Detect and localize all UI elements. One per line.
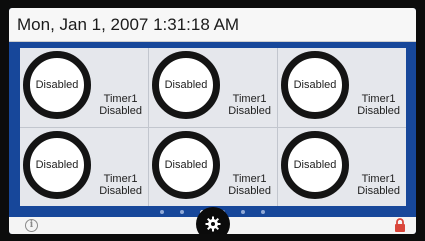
timer-label: Timer1 Disabled bbox=[228, 93, 271, 117]
timer-ring-label: Disabled bbox=[164, 79, 208, 91]
page-dot[interactable] bbox=[160, 210, 164, 214]
info-icon[interactable]: i bbox=[25, 219, 38, 232]
page-dot[interactable] bbox=[180, 210, 184, 214]
settings-button[interactable] bbox=[196, 207, 230, 234]
screen: Mon, Jan 1, 2007 1:31:18 AM Disabled Tim… bbox=[9, 8, 416, 234]
timer-name: Timer1 bbox=[361, 93, 396, 105]
timer-status-ring: Disabled bbox=[152, 51, 220, 119]
timer-status: Disabled bbox=[357, 105, 400, 117]
timer-label: Timer1 Disabled bbox=[99, 93, 142, 117]
timer-name: Timer1 bbox=[361, 173, 396, 185]
timer-status: Disabled bbox=[99, 105, 142, 117]
timer-status: Disabled bbox=[228, 185, 271, 197]
timer-tile[interactable]: Disabled Timer1 Disabled bbox=[149, 48, 277, 126]
timer-tile[interactable]: Disabled Timer1 Disabled bbox=[149, 128, 277, 206]
timer-ring-label: Disabled bbox=[293, 159, 337, 171]
timer-tile[interactable]: Disabled Timer1 Disabled bbox=[20, 48, 148, 126]
timer-tile[interactable]: Disabled Timer1 Disabled bbox=[278, 128, 406, 206]
timer-tile[interactable]: Disabled Timer1 Disabled bbox=[20, 128, 148, 206]
page-dot[interactable] bbox=[261, 210, 265, 214]
timer-status: Disabled bbox=[357, 185, 400, 197]
timer-label: Timer1 Disabled bbox=[357, 173, 400, 197]
page-dot[interactable] bbox=[241, 210, 245, 214]
gear-icon bbox=[205, 216, 221, 232]
timer-status-ring: Disabled bbox=[152, 131, 220, 199]
timer-status-ring: Disabled bbox=[23, 131, 91, 199]
timer-name: Timer1 bbox=[232, 173, 267, 185]
timer-ring-label: Disabled bbox=[35, 79, 79, 91]
timer-tile[interactable]: Disabled Timer1 Disabled bbox=[278, 48, 406, 126]
title-bar: Mon, Jan 1, 2007 1:31:18 AM bbox=[9, 8, 416, 42]
timer-status: Disabled bbox=[228, 105, 271, 117]
timer-ring-label: Disabled bbox=[164, 159, 208, 171]
timer-status: Disabled bbox=[99, 185, 142, 197]
timer-label: Timer1 Disabled bbox=[228, 173, 271, 197]
timer-ring-label: Disabled bbox=[293, 79, 337, 91]
datetime-display: Mon, Jan 1, 2007 1:31:18 AM bbox=[17, 15, 240, 34]
device-bezel: Mon, Jan 1, 2007 1:31:18 AM Disabled Tim… bbox=[0, 0, 425, 241]
timer-status-ring: Disabled bbox=[281, 131, 349, 199]
timer-name: Timer1 bbox=[103, 93, 138, 105]
timer-label: Timer1 Disabled bbox=[357, 93, 400, 117]
timer-status-ring: Disabled bbox=[23, 51, 91, 119]
timer-name: Timer1 bbox=[232, 93, 267, 105]
timer-grid: Disabled Timer1 Disabled Disabled Timer1… bbox=[20, 48, 406, 206]
timer-name: Timer1 bbox=[103, 173, 138, 185]
timer-status-ring: Disabled bbox=[281, 51, 349, 119]
timer-ring-label: Disabled bbox=[35, 159, 79, 171]
timer-label: Timer1 Disabled bbox=[99, 173, 142, 197]
lock-icon[interactable] bbox=[394, 218, 406, 232]
